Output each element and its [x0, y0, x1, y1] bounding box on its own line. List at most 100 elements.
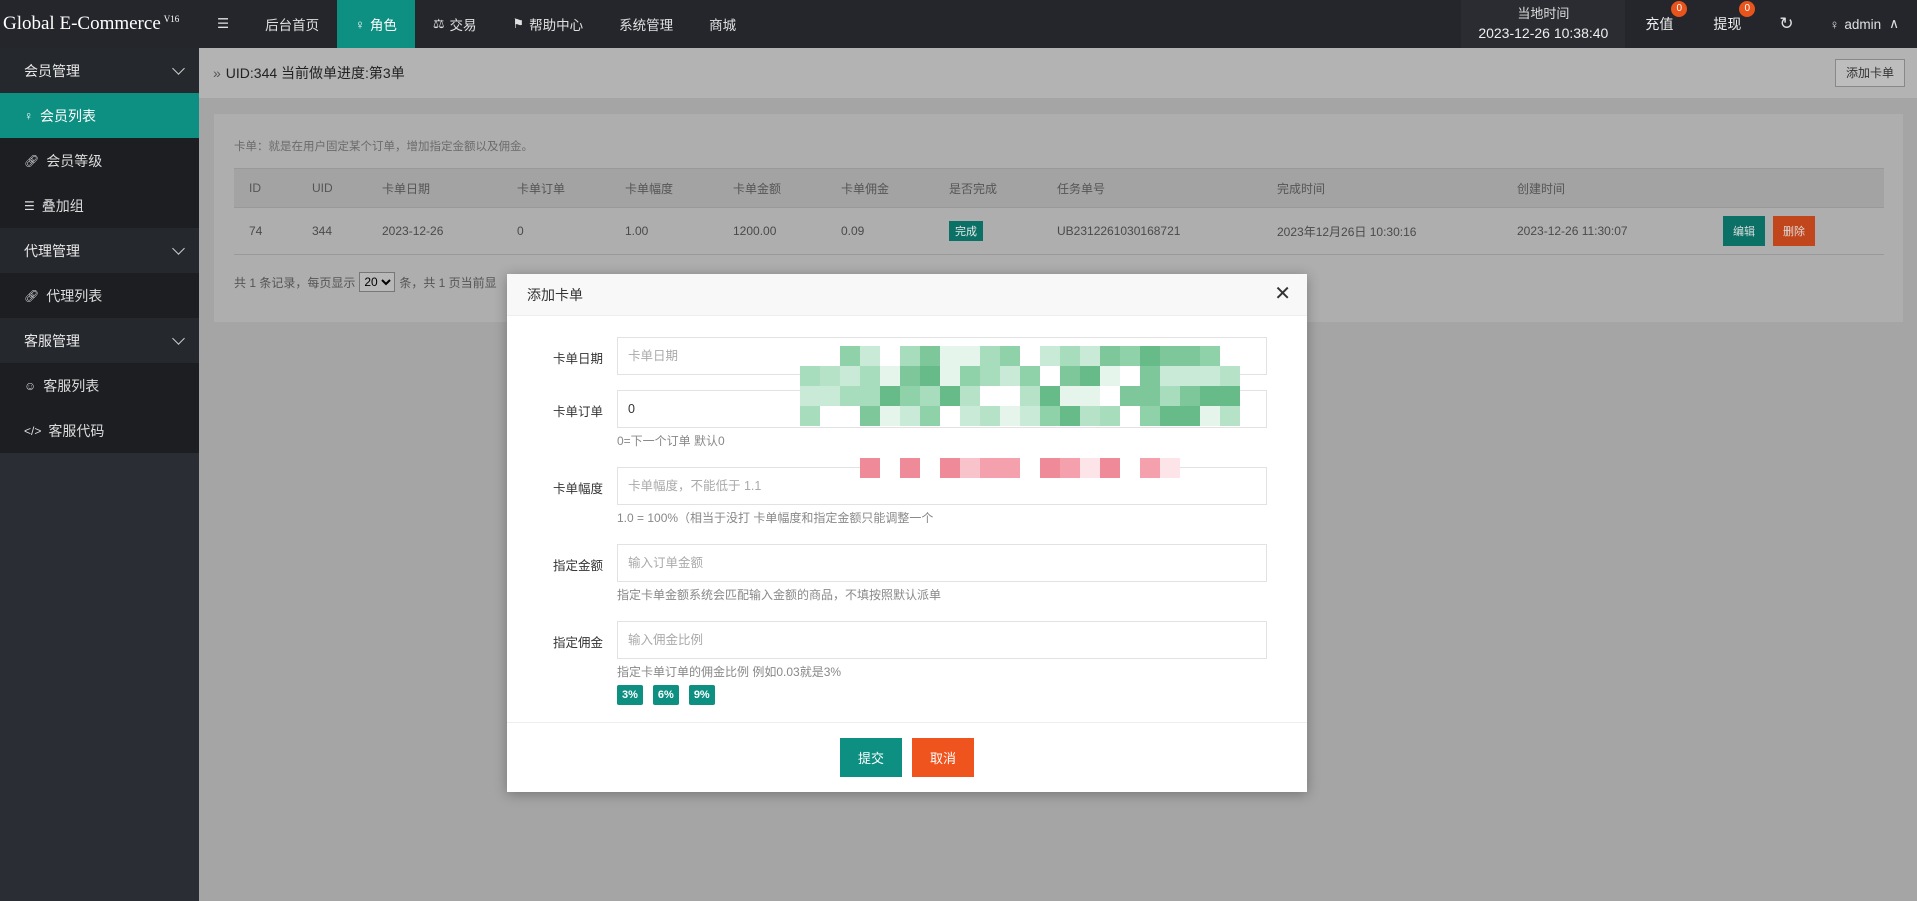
refresh-icon[interactable]: ↻: [1761, 0, 1811, 48]
withdraw-badge: 0: [1739, 1, 1756, 17]
submit-button[interactable]: 提交: [839, 738, 902, 777]
user-menu[interactable]: ♀ admin ∧: [1812, 0, 1917, 48]
brand-name: Global E-Commerce: [3, 13, 161, 34]
cell-created: 2023-12-26 11:30:07: [1502, 207, 1708, 255]
col-actions: [1708, 168, 1884, 208]
sidebar-group-agent[interactable]: 代理管理: [0, 228, 199, 273]
table-header: ID UID 卡单日期 卡单订单 卡单幅度 卡单金额 卡单佣金 是否完成 任务单…: [234, 168, 1884, 208]
col-id: ID: [234, 168, 297, 208]
cell-id: 74: [234, 207, 297, 255]
chevron-down-icon: [172, 241, 185, 255]
sidebar-item-member-level[interactable]: 🔗︎ 会员等级: [0, 138, 199, 183]
cell-date: 2023-12-26: [367, 207, 502, 255]
commission-input[interactable]: 输入佣金比例: [617, 621, 1267, 659]
preset-3-button[interactable]: 3%: [617, 685, 643, 705]
table-row: 74 344 2023-12-26 0 1.00 1200.00 0.09 完成…: [234, 207, 1884, 255]
chevron-down-icon: [172, 331, 185, 345]
order-label: 卡单订单: [552, 405, 603, 419]
nav-mall[interactable]: 商城: [691, 0, 754, 48]
pager-suffix: 条，共 1 页当前显: [399, 275, 497, 290]
preset-9-button[interactable]: 9%: [688, 685, 715, 705]
cell-range: 1.00: [610, 207, 718, 255]
close-icon[interactable]: ✕: [1274, 284, 1291, 304]
flag-icon: ⚑: [512, 16, 525, 31]
preset-6-button[interactable]: 6%: [652, 685, 679, 705]
col-status: 是否完成: [934, 168, 1042, 208]
edit-button[interactable]: 编辑: [1723, 216, 1765, 246]
list-icon: ☰: [24, 198, 35, 213]
menu-toggle-icon[interactable]: ☰: [199, 0, 247, 48]
chevron-up-icon: ∧: [1889, 16, 1899, 31]
modal-header: 添加卡单 ✕: [507, 274, 1307, 316]
cell-done-time: 2023年12月26日 10:30:16: [1262, 207, 1502, 255]
sidebar-item-stack-group[interactable]: ☰ 叠加组: [0, 183, 199, 228]
user-icon: ♀: [1829, 16, 1840, 32]
double-chevron-icon: »: [213, 65, 221, 81]
cell-order: 0: [502, 207, 610, 255]
col-created: 创建时间: [1502, 168, 1708, 208]
sidebar-item-member-list[interactable]: ♀ 会员列表: [0, 93, 199, 138]
commission-hint: 指定卡单订单的佣金比例 例如0.03就是3%: [617, 665, 842, 679]
modal-footer: 提交 取消: [507, 722, 1307, 792]
cell-commission: 0.09: [826, 207, 934, 255]
col-amount: 卡单金额: [718, 168, 826, 208]
scale-icon: ⚖: [432, 16, 445, 31]
panel-intro: 卡单：就是在用户固定某个订单，增加指定金额以及佣金。: [234, 141, 533, 153]
col-range: 卡单幅度: [610, 168, 718, 208]
amount-hint: 指定卡单金额系统会匹配输入金额的商品，不填按照默认派单: [617, 588, 942, 602]
range-label: 卡单幅度: [552, 482, 603, 496]
col-uid: UID: [297, 168, 367, 208]
col-order: 卡单订单: [502, 168, 610, 208]
link-icon: 🔗︎: [24, 288, 40, 303]
cell-actions: 编辑 删除: [1708, 207, 1884, 255]
chevron-down-icon: [172, 61, 185, 75]
sidebar-item-service-list[interactable]: ☺ 客服列表: [0, 363, 199, 408]
recharge-button[interactable]: 充值 0: [1625, 0, 1693, 48]
amount-input[interactable]: 输入订单金额: [617, 544, 1267, 582]
redaction-mosaic: [800, 346, 1240, 426]
user-name: admin: [1844, 16, 1882, 32]
commission-presets: 3% 6% 9%: [617, 685, 725, 705]
cell-status: 完成: [934, 207, 1042, 255]
pager-prefix: 共 1 条记录，每页显示: [234, 275, 356, 290]
col-done-time: 完成时间: [1262, 168, 1502, 208]
card-order-table: ID UID 卡单日期 卡单订单 卡单幅度 卡单金额 卡单佣金 是否完成 任务单…: [234, 168, 1884, 255]
sidebar-item-service-code[interactable]: </> 客服代码: [0, 408, 199, 453]
local-clock: 当地时间 2023-12-26 10:38:40: [1461, 0, 1626, 48]
col-commission: 卡单佣金: [826, 168, 934, 208]
user-icon: ♀: [355, 16, 365, 32]
nav-help[interactable]: ⚑ 帮助中心: [495, 0, 602, 48]
code-icon: </>: [24, 423, 42, 438]
range-hint: 1.0 = 100%（相当于没打 卡单幅度和指定金额只能调整一个: [617, 511, 934, 525]
cell-uid: 344: [297, 207, 367, 255]
clock-value: 2023-12-26 10:38:40: [1478, 25, 1609, 41]
link-icon: 🔗︎: [24, 153, 40, 168]
pagination: 共 1 条记录，每页显示 20 条，共 1 页当前显: [234, 272, 497, 292]
recharge-badge: 0: [1671, 1, 1688, 17]
sidebar-group-member[interactable]: 会员管理: [0, 48, 199, 93]
sidebar-group-service[interactable]: 客服管理: [0, 318, 199, 363]
commission-label: 指定佣金: [552, 636, 603, 650]
order-hint: 0=下一个订单 默认0: [617, 434, 725, 448]
date-label: 卡单日期: [552, 352, 603, 366]
col-date: 卡单日期: [367, 168, 502, 208]
breadcrumb: » UID:344 当前做单进度:第3单 添加卡单: [199, 48, 1917, 98]
withdraw-button[interactable]: 提现 0: [1693, 0, 1761, 48]
col-task-no: 任务单号: [1042, 168, 1262, 208]
nav-home[interactable]: 后台首页: [247, 0, 337, 48]
users-icon: ☺: [24, 378, 37, 393]
sidebar-item-agent-list[interactable]: 🔗︎ 代理列表: [0, 273, 199, 318]
page-size-select[interactable]: 20: [359, 272, 396, 292]
brand-version: V16: [163, 14, 180, 24]
nav-trade[interactable]: ⚖ 交易: [415, 0, 495, 48]
nav-system[interactable]: 系统管理: [601, 0, 691, 48]
clock-label: 当地时间: [1517, 6, 1570, 21]
top-navbar: Global E-Commerce V16 ☰ 后台首页 ♀ 角色 ⚖ 交易 ⚑ 帮助中…: [0, 0, 1917, 48]
brand-logo[interactable]: Global E-Commerce V16: [0, 0, 199, 48]
modal-title: 添加卡单: [527, 286, 583, 303]
cancel-button[interactable]: 取消: [912, 738, 975, 777]
nav-role[interactable]: ♀ 角色: [337, 0, 415, 48]
add-card-button[interactable]: 添加卡单: [1834, 59, 1905, 87]
cell-task-no: UB2312261030168721: [1042, 207, 1262, 255]
delete-button[interactable]: 删除: [1773, 216, 1815, 246]
